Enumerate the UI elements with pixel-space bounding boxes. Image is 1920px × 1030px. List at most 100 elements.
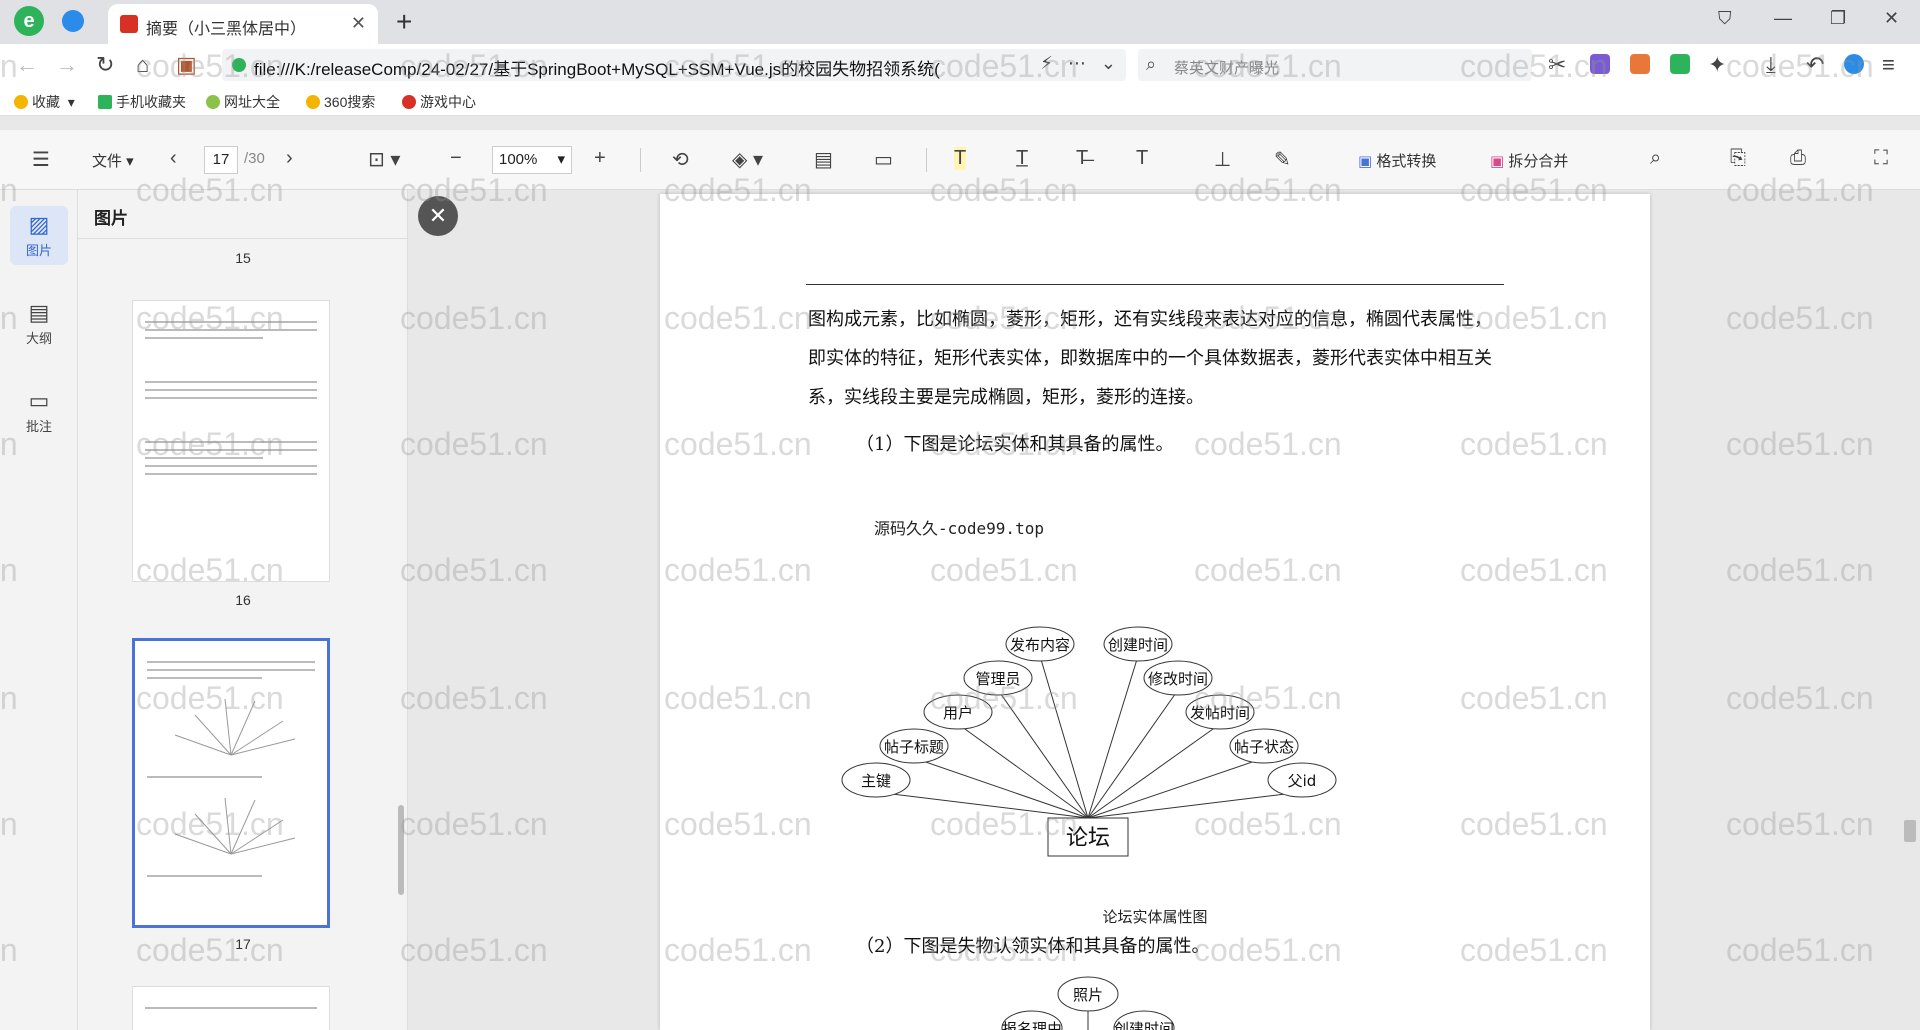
menu-icon[interactable]: ≡	[1882, 52, 1895, 78]
pdf-page: 图构成元素，比如椭圆，菱形，矩形，还有实线段来表达对应的信息，椭圆代表属性，即实…	[660, 194, 1650, 1030]
relation-line	[1087, 689, 1179, 819]
next-page-icon[interactable]: ›	[286, 147, 293, 170]
undo-icon[interactable]: ↶	[1806, 52, 1824, 78]
attribute-label: 主键	[861, 772, 891, 790]
rail-outline[interactable]: ▤ 大纲	[10, 300, 68, 347]
rail-images[interactable]: ▨ 图片	[10, 206, 68, 265]
browser-tab[interactable]: 摘要（小三黑体居中） ✕	[108, 4, 378, 44]
er-diagram: 源码久久-code99.top 主键帖子标题用户管理员发布内容 创建时间修改时间发…	[841, 519, 1337, 1030]
thumb-number: 15	[235, 250, 251, 266]
bookmark-mobile[interactable]: 手机收藏夹	[98, 92, 186, 112]
body-paragraph: 图构成元素，比如椭圆，菱形，矩形，还有实线段来表达对应的信息，椭圆代表属性，即实…	[808, 309, 1492, 408]
list-item-2: （2）下图是失物认领实体和其具备的属性。	[856, 936, 1209, 957]
text-strike-icon[interactable]: T̶	[1076, 147, 1088, 170]
restore-button[interactable]: ❐	[1830, 8, 1846, 29]
translate-icon[interactable]	[1590, 54, 1610, 74]
thumb-text-line	[145, 337, 263, 339]
search-360-icon	[306, 95, 320, 109]
highlight-fill-icon[interactable]: ◈ ▾	[732, 147, 763, 172]
panel-scrollbar[interactable]	[398, 805, 404, 895]
close-tab-icon[interactable]: ✕	[351, 13, 366, 34]
browser-tab-bar: e 摘要（小三黑体居中） ✕ + ⛉ — ❐ ✕	[0, 0, 1920, 44]
bookmark-games[interactable]: 游戏中心	[402, 92, 476, 112]
home-icon[interactable]: ⌂	[136, 52, 149, 78]
document-scrollbar[interactable]	[1904, 820, 1916, 842]
thumb-text-line	[147, 875, 263, 877]
edge-icon[interactable]	[1844, 54, 1864, 74]
text-highlight-icon[interactable]: T	[954, 147, 967, 170]
game-icon[interactable]	[1630, 54, 1650, 74]
puzzle-icon[interactable]: ✦	[1708, 52, 1726, 78]
list-item-1: （1）下图是论坛实体和其具备的属性。	[856, 434, 1174, 455]
back-icon[interactable]: ←	[16, 52, 38, 78]
close-window-button[interactable]: ✕	[1884, 8, 1899, 29]
new-tab-button[interactable]: +	[396, 6, 412, 38]
shirt-icon[interactable]: ⛉	[1718, 8, 1732, 29]
thumb-text-line	[145, 329, 317, 331]
print-icon[interactable]: ⎙	[1790, 147, 1806, 170]
relation-line	[1039, 655, 1089, 819]
rotate-icon[interactable]: ⟲	[672, 147, 689, 172]
thumb-text-line	[147, 776, 263, 778]
panel-title: 图片	[94, 209, 128, 228]
briefcase-icon[interactable]: ▣	[176, 52, 197, 78]
file-menu[interactable]: 文件 ▾	[92, 150, 134, 171]
zoom-select[interactable]: 100% ▾	[492, 146, 572, 174]
pdf-toolbar: ☰ 文件 ▾ ‹ 17 /30 › ⊡ ▾ − 100% ▾ + ⟲ ◈ ▾ ▤…	[0, 130, 1920, 190]
fullscreen-icon[interactable]: ⛶	[1874, 147, 1888, 170]
page-thumbnail-selected[interactable]	[132, 638, 330, 928]
stamp-icon[interactable]: ⊥	[1214, 147, 1231, 172]
close-panel-button[interactable]: ✕	[418, 196, 458, 236]
sidebar-toggle-icon[interactable]: ☰	[32, 147, 50, 172]
zoom-out-icon[interactable]: −	[450, 147, 462, 170]
zoom-in-icon[interactable]: +	[594, 147, 606, 170]
browser-logo-icon[interactable]: e	[14, 6, 44, 36]
search-box[interactable]: ⌕ 蔡英文财产曝光	[1138, 49, 1532, 81]
side-rail: ▨ 图片 ▤ 大纲 ▭ 批注	[0, 190, 78, 1030]
address-actions[interactable]: ⚡ ⋯ ⌄	[1040, 53, 1116, 74]
bookmarks-bar: 收藏 ▾ 手机收藏夹 网址大全 360搜索 游戏中心	[0, 86, 1920, 116]
text-tool-icon[interactable]: T	[1136, 147, 1148, 170]
attribute-label: 父id	[1288, 772, 1317, 790]
search-input[interactable]: 蔡英文财产曝光	[1174, 57, 1279, 78]
toolbar-divider	[926, 148, 927, 172]
relation-line	[913, 757, 1089, 819]
address-url[interactable]: file:///K:/releaseComp/24-02/27/基于Spring…	[254, 55, 1034, 80]
find-icon[interactable]: ⌕	[1650, 147, 1661, 170]
scissors-icon[interactable]: ✂	[1548, 52, 1566, 78]
mobile-icon	[98, 95, 112, 109]
total-pages: /30	[244, 150, 265, 167]
address-bar[interactable]: file:///K:/releaseComp/24-02/27/基于Spring…	[222, 49, 1126, 81]
thumb-text-line	[145, 389, 317, 391]
page-number-input[interactable]: 17	[204, 146, 238, 174]
minimize-button[interactable]: —	[1774, 8, 1792, 29]
text-underline-icon[interactable]: T̲	[1016, 147, 1028, 170]
bookmark-favorites[interactable]: 收藏 ▾	[14, 92, 75, 112]
save-as-icon[interactable]: ⎘	[1730, 147, 1746, 170]
secure-icon	[232, 58, 246, 72]
download-icon[interactable]: ⤓	[1766, 52, 1776, 78]
green-ext-icon[interactable]	[1670, 54, 1690, 74]
page-thumbnail[interactable]	[132, 300, 330, 582]
thumb-er-diagram	[174, 797, 296, 855]
comment-tool-icon[interactable]: ▭	[874, 147, 893, 172]
split-merge-button[interactable]: ▣ 拆分合并	[1490, 150, 1568, 171]
search-icon: ⌕	[1146, 54, 1157, 74]
signature-icon[interactable]: ✎	[1274, 147, 1291, 172]
rail-comments[interactable]: ▭ 批注	[10, 388, 68, 435]
attribute-label: 发布内容	[1010, 636, 1070, 654]
bookmark-360[interactable]: 360搜索	[306, 92, 375, 112]
telegram-icon[interactable]	[62, 10, 84, 32]
prev-page-icon[interactable]: ‹	[170, 147, 177, 170]
bookmark-directory[interactable]: 网址大全	[206, 92, 280, 112]
page-view-icon[interactable]: ▤	[814, 147, 833, 172]
page-thumbnail[interactable]	[132, 986, 330, 1030]
reload-icon[interactable]: ↻	[96, 52, 114, 78]
fit-page-icon[interactable]: ⊡ ▾	[368, 147, 400, 172]
star-icon	[14, 95, 28, 109]
forward-icon[interactable]: →	[56, 52, 78, 78]
directory-icon	[206, 95, 220, 109]
relation-line	[875, 791, 1089, 819]
format-convert-button[interactable]: ▣ 格式转换	[1358, 150, 1436, 171]
attribute-label: 发帖时间	[1190, 704, 1250, 722]
